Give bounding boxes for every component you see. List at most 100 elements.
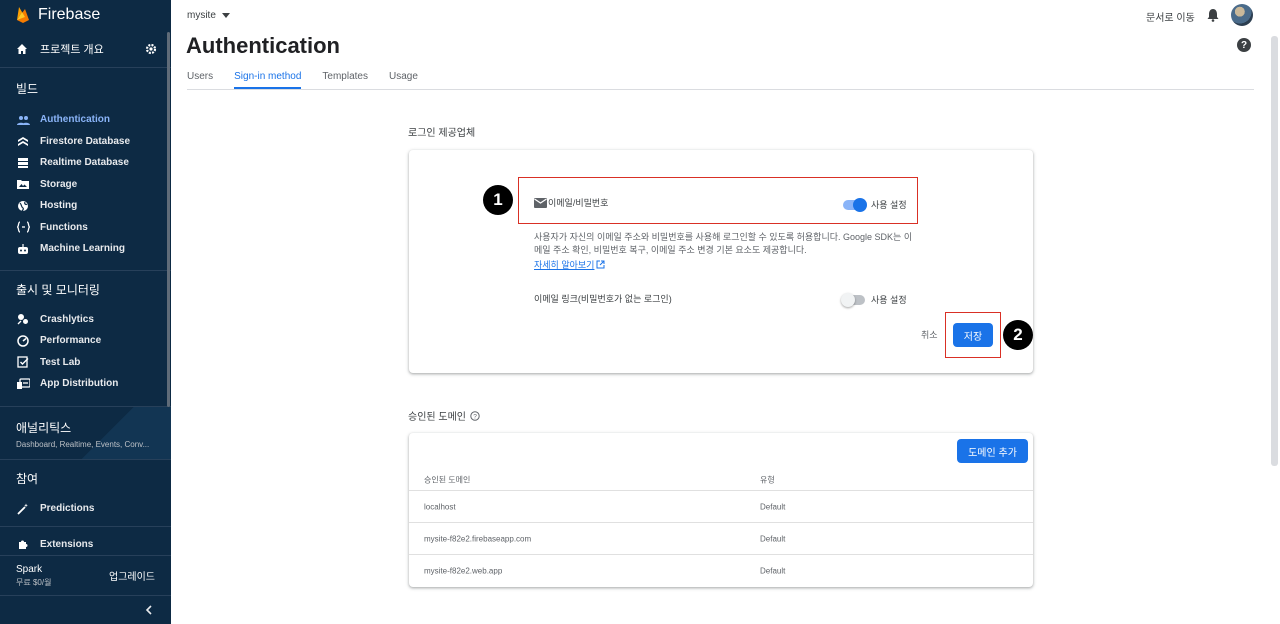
help-icon[interactable]: ? (1237, 38, 1251, 52)
plan-box: Spark 무료 $0/월 업그레이드 (0, 555, 171, 595)
save-button[interactable]: 저장 (953, 323, 993, 347)
chevron-down-icon (221, 13, 230, 18)
cancel-button[interactable]: 취소 (921, 328, 938, 341)
annotation-badge-1: 1 (483, 185, 513, 215)
user-avatar[interactable] (1231, 4, 1253, 26)
globe-icon (16, 199, 30, 213)
database-icon (16, 156, 30, 170)
docs-link[interactable]: 문서로 이동 (1146, 9, 1195, 24)
notifications-bell-icon[interactable] (1206, 8, 1220, 22)
sidebar-item-label: Realtime Database (40, 157, 129, 169)
gear-icon[interactable] (145, 43, 157, 55)
providers-section-title: 로그인 제공업체 (408, 128, 476, 139)
column-header-domain: 승인된 도메인 (424, 475, 471, 485)
sidebar-item-predictions[interactable]: Predictions (0, 498, 171, 520)
email-link-enable-label: 사용 설정 (871, 295, 907, 305)
sidebar-item-realtime-database[interactable]: Realtime Database (0, 152, 171, 174)
sidebar-item-functions[interactable]: Functions (0, 217, 171, 239)
collapse-sidebar-button[interactable] (0, 595, 171, 624)
sidebar-item-label: Hosting (40, 200, 78, 212)
email-link-row: 이메일 링크(비밀번호가 없는 로그인) (534, 292, 672, 305)
analytics-section[interactable]: 애널리틱스 Dashboard, Realtime, Events, Conv.… (0, 405, 171, 460)
domains-section-label: 승인된 도메인 (408, 412, 466, 423)
project-overview-label: 프로젝트 개요 (40, 43, 104, 56)
functions-icon (16, 220, 30, 234)
release-label: 출시 및 모니터링 (16, 283, 100, 297)
external-link-icon (596, 260, 605, 269)
column-header-type: 유형 (760, 475, 775, 485)
sidebar-item-test-lab[interactable]: Test Lab (0, 352, 171, 374)
plan-price: 무료 $0/월 (16, 577, 52, 587)
type-cell: Default (760, 566, 786, 576)
checklist-icon (16, 355, 30, 369)
upgrade-button[interactable]: 업그레이드 (109, 568, 155, 583)
sidebar-item-label: App Distribution (40, 378, 119, 390)
email-provider-row: 이메일/비밀번호 (534, 196, 608, 209)
email-link-toggle[interactable] (841, 292, 865, 307)
sidebar-item-label: Machine Learning (40, 243, 126, 255)
crash-icon (16, 312, 30, 326)
page-title: Authentication (186, 33, 340, 58)
tab-usage[interactable]: Usage (389, 66, 418, 89)
email-link-label: 이메일 링크(비밀번호가 없는 로그인) (534, 294, 672, 304)
project-name: mysite (187, 10, 216, 21)
learn-more-link[interactable]: 자세히 알아보기 (534, 258, 605, 271)
sidebar-item-machine-learning[interactable]: Machine Learning (0, 238, 171, 260)
folder-icon (16, 177, 30, 191)
distribution-icon (16, 377, 30, 391)
sidebar-item-label: Test Lab (40, 356, 81, 368)
page-scrollbar[interactable] (1271, 36, 1278, 466)
extensions-icon (16, 537, 30, 551)
sidebar-header: Firebase (0, 0, 171, 30)
tab-bar: Users Sign-in method Templates Usage (187, 66, 1254, 90)
learn-more-label: 자세히 알아보기 (534, 260, 595, 270)
tab-users[interactable]: Users (187, 66, 213, 89)
table-row[interactable]: mysite-f82e2.web.app Default (409, 555, 1033, 587)
domain-cell: localhost (424, 502, 456, 511)
sidebar-item-firestore-database[interactable]: Firestore Database (0, 131, 171, 153)
project-overview[interactable]: 프로젝트 개요 (0, 30, 171, 68)
sidebar-scrollbar[interactable] (167, 32, 170, 407)
email-provider-label: 이메일/비밀번호 (548, 198, 609, 208)
sidebar-item-label: Firestore Database (40, 135, 131, 147)
sidebar-item-label: Storage (40, 178, 78, 190)
mail-icon (534, 197, 547, 208)
analytics-subtitle: Dashboard, Realtime, Events, Conv... (16, 439, 150, 449)
tab-sign-in-method[interactable]: Sign-in method (234, 66, 302, 89)
sidebar-item-storage[interactable]: Storage (0, 174, 171, 196)
domain-cell: mysite-f82e2.firebaseapp.com (424, 534, 532, 543)
firebase-logo-icon (17, 7, 29, 23)
sidebar-item-authentication[interactable]: Authentication (0, 109, 171, 131)
type-cell: Default (760, 502, 786, 511)
table-row[interactable]: localhost Default (409, 491, 1033, 523)
tab-templates[interactable]: Templates (322, 66, 368, 89)
wand-icon (16, 502, 30, 516)
sidebar-item-label: Authentication (40, 114, 110, 126)
sidebar-item-label: Crashlytics (40, 313, 94, 325)
sidebar-item-label: Functions (40, 221, 88, 233)
email-enable-toggle[interactable] (843, 197, 867, 212)
people-icon (16, 113, 30, 127)
analytics-title: 애널리틱스 (16, 420, 72, 435)
plan-name: Spark (16, 563, 43, 575)
add-domain-button[interactable]: 도메인 추가 (957, 439, 1028, 463)
annotation-badge-2: 2 (1003, 320, 1033, 350)
sidebar-item-label: Performance (40, 335, 102, 347)
email-enable-control: 사용 설정 (843, 197, 907, 212)
table-row[interactable]: mysite-f82e2.firebaseapp.com Default (409, 523, 1033, 555)
sidebar-item-app-distribution[interactable]: App Distribution (0, 373, 171, 395)
project-selector[interactable]: mysite (187, 10, 230, 21)
sidebar-item-crashlytics[interactable]: Crashlytics (0, 309, 171, 331)
sidebar-item-performance[interactable]: Performance (0, 330, 171, 352)
email-enable-label: 사용 설정 (871, 200, 907, 210)
sidebar-item-label: Extensions (40, 538, 94, 550)
sidebar-item-label: Predictions (40, 503, 95, 514)
sidebar-item-hosting[interactable]: Hosting (0, 195, 171, 217)
release-section-header: 출시 및 모니터링 (0, 271, 171, 309)
help-circle-icon[interactable]: ? (470, 410, 480, 421)
robot-icon (16, 242, 30, 256)
gauge-icon (16, 334, 30, 348)
brand-name: Firebase (38, 6, 101, 23)
type-cell: Default (760, 534, 786, 543)
engage-label: 참여 (16, 472, 39, 486)
